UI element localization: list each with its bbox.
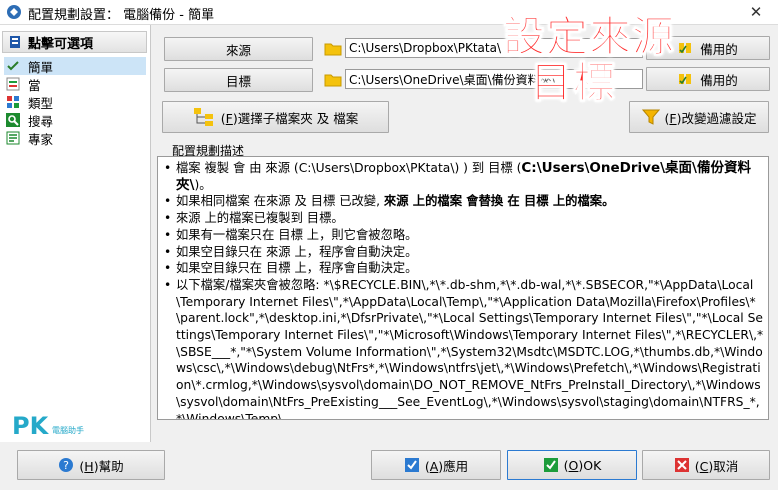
close-icon: ✕: [749, 3, 763, 21]
description-box: • 檔案 複製 會 由 來源 (C:\Users\Dropbox\PKtata\)…: [157, 156, 769, 420]
check-icon: [6, 59, 20, 73]
footer-bar: ? (H)幫助 (A)應用 (O)OK (C)取消: [0, 442, 778, 490]
description-line: • 如果空目錄只在 來源 上，程序會自動決定。: [164, 244, 418, 259]
select-subfolders-button[interactable]: (F)選擇子檔案夾 及 檔案: [162, 101, 389, 133]
target-backup-button[interactable]: 備用的: [646, 67, 770, 91]
sidebar-item-expert[interactable]: 專家: [4, 129, 146, 147]
backup-icon: [679, 74, 692, 85]
app-icon: [7, 5, 21, 19]
backup-icon: [679, 43, 692, 54]
help-button[interactable]: ? (H)幫助: [17, 450, 165, 480]
description-line: • 如果空目錄只在 目標 上，程序會自動決定。: [164, 261, 418, 276]
sidebar-item-search[interactable]: 搜尋: [4, 111, 146, 129]
sidebar-list: 簡單 當 類型 搜尋 專家: [4, 57, 146, 147]
description-line: • 如果有一檔案只在 目標 上，則它會被忽略。: [164, 227, 418, 242]
pk-watermark-logo: PK 電腦助手: [12, 412, 85, 440]
annotation-line-1: 設定來源: [502, 12, 676, 61]
sidebar-header: 點擊可選項: [2, 31, 147, 53]
change-filter-button[interactable]: (F)改變過濾設定: [629, 101, 769, 133]
apply-icon: [404, 458, 419, 472]
source-folder-icon[interactable]: [324, 41, 342, 57]
description-line: • 以下檔案/檔案夾會被忽略: *\$RECYCLE.BIN\,*\*.db-sh…: [164, 277, 764, 420]
svg-text:?: ?: [63, 459, 69, 472]
sidebar-item-when[interactable]: 當: [4, 75, 146, 93]
cancel-icon: [674, 458, 689, 472]
cancel-button[interactable]: (C)取消: [642, 450, 770, 480]
window-title: 配置規劃設置： 電腦備份 - 簡單: [28, 8, 215, 23]
source-button[interactable]: 來源: [164, 37, 313, 61]
sidebar-item-simple[interactable]: 簡單: [4, 57, 146, 75]
ok-check-icon: [543, 458, 558, 472]
description-line: • 如果相同檔案 在來源 及 目標 已改變, 來源 上的檔案 會替換 在 目標 上…: [164, 194, 615, 209]
sidebar-item-type[interactable]: 類型: [4, 93, 146, 111]
grid-icon: [6, 95, 20, 109]
equal-icon: [6, 77, 20, 91]
target-folder-icon[interactable]: [324, 72, 342, 88]
search-icon: [6, 113, 20, 127]
expert-icon: [6, 131, 20, 145]
options-sidebar: 點擊可選項 簡單 當 類型 搜尋 專家: [0, 25, 151, 442]
folder-tree-icon: [193, 108, 213, 126]
close-button[interactable]: ✕: [734, 0, 778, 24]
apply-button[interactable]: (A)應用: [371, 450, 501, 480]
description-line: • 來源 上的檔案已複製到 目標。: [164, 211, 344, 226]
annotation-line-2: 目標: [529, 58, 617, 107]
filter-icon: [641, 109, 660, 125]
ok-button[interactable]: (O)OK: [507, 450, 637, 480]
click-hand-icon: [10, 36, 20, 48]
help-icon: ?: [59, 458, 74, 472]
description-line: • 檔案 複製 會 由 來源 (C:\Users\Dropbox\PKtata\)…: [164, 160, 751, 193]
target-button[interactable]: 目標: [164, 68, 313, 92]
